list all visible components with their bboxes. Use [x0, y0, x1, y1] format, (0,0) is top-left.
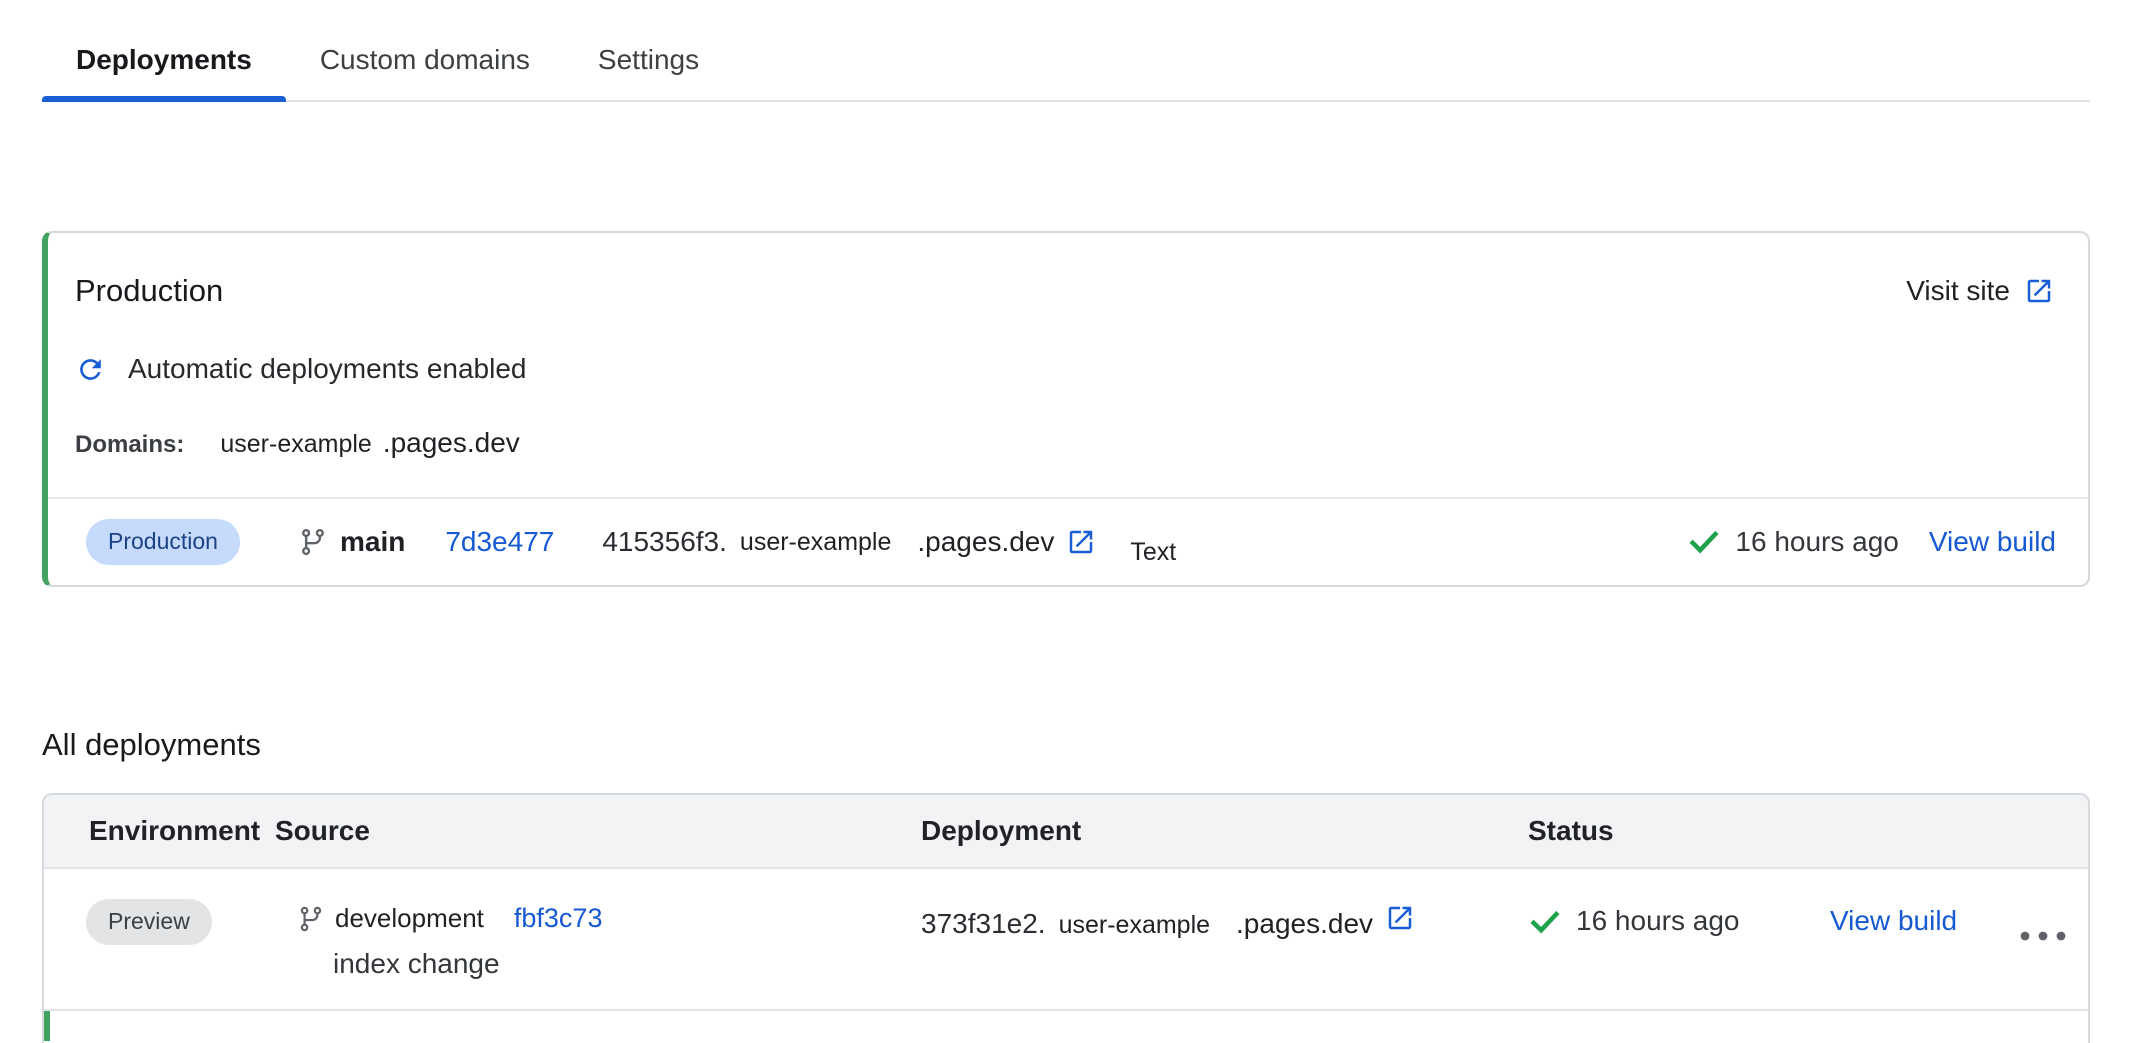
production-row-green-edge	[44, 1011, 50, 1041]
external-link-icon[interactable]	[1066, 527, 1096, 557]
git-branch-icon	[297, 905, 325, 933]
column-header-environment: Environment	[44, 815, 275, 847]
external-link-icon	[2024, 276, 2054, 306]
production-deployment-row: Production main 7d3e477 415356f3. user-e…	[48, 497, 2088, 585]
deployment-domain-name: user-example	[1059, 911, 1210, 940]
deployment-id: 415356f3.	[602, 526, 727, 558]
tab-bar: Deployments Custom domains Settings	[42, 0, 2090, 102]
deployment-time: 16 hours ago	[1735, 526, 1898, 558]
deployment-domain-suffix: .pages.dev	[1236, 908, 1373, 940]
deployment-domain-suffix: .pages.dev	[917, 526, 1054, 558]
deployment-time: 16 hours ago	[1576, 905, 1739, 937]
column-header-source: Source	[275, 815, 921, 847]
ellipsis-icon[interactable]	[2019, 930, 2067, 942]
production-domain-suffix: .pages.dev	[383, 427, 520, 459]
view-build-link[interactable]: View build	[1929, 526, 2056, 558]
production-domain-name: user-example	[220, 430, 371, 459]
commit-link[interactable]: fbf3c73	[514, 903, 603, 934]
auto-deploy-status-text: Automatic deployments enabled	[128, 353, 526, 385]
git-branch-icon	[298, 527, 328, 557]
all-deployments-table: Environment Source Deployment Status Pre…	[42, 793, 2090, 1043]
visit-site-label: Visit site	[1906, 275, 2010, 307]
next-row-partial	[44, 1011, 2088, 1041]
table-header-row: Environment Source Deployment Status	[44, 795, 2088, 869]
refresh-icon	[75, 354, 106, 385]
table-row: Preview development fbf3c73 index change	[44, 869, 2088, 1011]
domains-label: Domains:	[75, 431, 184, 459]
deployment-id: 373f31e2.	[921, 908, 1046, 940]
check-icon	[1687, 525, 1721, 559]
column-header-deployment: Deployment	[921, 815, 1528, 847]
check-icon	[1528, 905, 1562, 939]
visit-site-link[interactable]: Visit site	[1906, 275, 2054, 307]
tab-deployments[interactable]: Deployments	[42, 26, 286, 100]
environment-badge-preview: Preview	[86, 899, 212, 945]
branch-name: main	[340, 526, 405, 558]
tab-custom-domains[interactable]: Custom domains	[286, 26, 564, 100]
view-build-link[interactable]: View build	[1830, 905, 1957, 936]
production-card: Production Visit site Automatic deployme…	[42, 231, 2090, 587]
external-link-icon[interactable]	[1385, 903, 1415, 933]
branch-name: development	[335, 903, 484, 934]
environment-badge-production: Production	[86, 519, 240, 565]
deployment-domain-name: user-example	[740, 528, 891, 557]
all-deployments-title: All deployments	[42, 727, 2132, 763]
redaction-annotation: Text	[1130, 538, 1176, 567]
commit-link[interactable]: 7d3e477	[445, 526, 554, 558]
tab-settings[interactable]: Settings	[564, 26, 733, 100]
column-header-status: Status	[1528, 815, 1830, 847]
production-card-title: Production	[75, 273, 223, 309]
commit-message: index change	[333, 948, 921, 980]
